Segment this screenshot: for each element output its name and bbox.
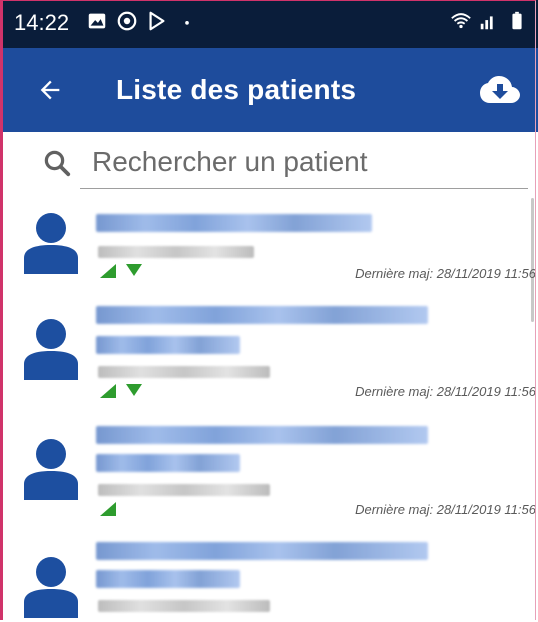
page-title: Liste des patients: [116, 74, 357, 105]
patient-name-redacted-line2: [96, 570, 240, 588]
status-bar: 14:22: [0, 0, 538, 48]
scrollbar[interactable]: [531, 198, 534, 322]
patient-detail-redacted: [98, 246, 254, 258]
status-icons-left: [86, 10, 198, 32]
sync-up-icon: [100, 264, 116, 278]
cloud-download-icon: [480, 76, 520, 103]
sync-up-icon: [100, 384, 116, 398]
last-updated: Dernière maj: 28/11/2019 11:56: [355, 266, 536, 281]
sync-status: [100, 384, 142, 398]
arrow-left-icon: [40, 80, 60, 100]
dot-icon: [185, 21, 189, 25]
patient-detail-redacted: [98, 366, 270, 378]
battery-icon: [512, 11, 522, 30]
person-icon: [24, 213, 78, 274]
play-store-icon: [149, 11, 165, 31]
sync-status: [100, 264, 142, 278]
person-icon: [24, 439, 78, 500]
patient-detail-redacted: [98, 600, 270, 612]
patient-name-redacted-line2: [96, 336, 240, 354]
image-icon: [88, 13, 106, 29]
status-time: 14:22: [14, 10, 70, 35]
patient-name-redacted: [96, 542, 428, 560]
app-bar: Liste des patients: [0, 48, 538, 132]
last-updated: Dernière maj: 28/11/2019 11:56: [355, 502, 536, 517]
patient-name-redacted: [96, 214, 372, 232]
back-button[interactable]: [26, 66, 74, 114]
sync-status: [100, 502, 116, 516]
search-icon: [44, 150, 71, 177]
last-updated: Dernière maj: 28/11/2019 11:56: [355, 384, 536, 399]
sync-circle-icon: [117, 11, 137, 31]
sync-down-icon: [126, 264, 142, 276]
wifi-icon: [451, 13, 471, 29]
search-input[interactable]: [92, 142, 522, 182]
signal-icon: [480, 16, 493, 30]
patient-name-redacted-line2: [96, 454, 240, 472]
patient-name-redacted: [96, 306, 428, 324]
person-icon: [24, 319, 78, 380]
status-icons-right: [450, 10, 528, 32]
patient-name-redacted: [96, 426, 428, 444]
sync-down-icon: [126, 384, 142, 396]
sync-up-icon: [100, 502, 116, 516]
patient-detail-redacted: [98, 484, 270, 496]
person-icon: [24, 557, 78, 618]
download-button[interactable]: [476, 66, 524, 114]
